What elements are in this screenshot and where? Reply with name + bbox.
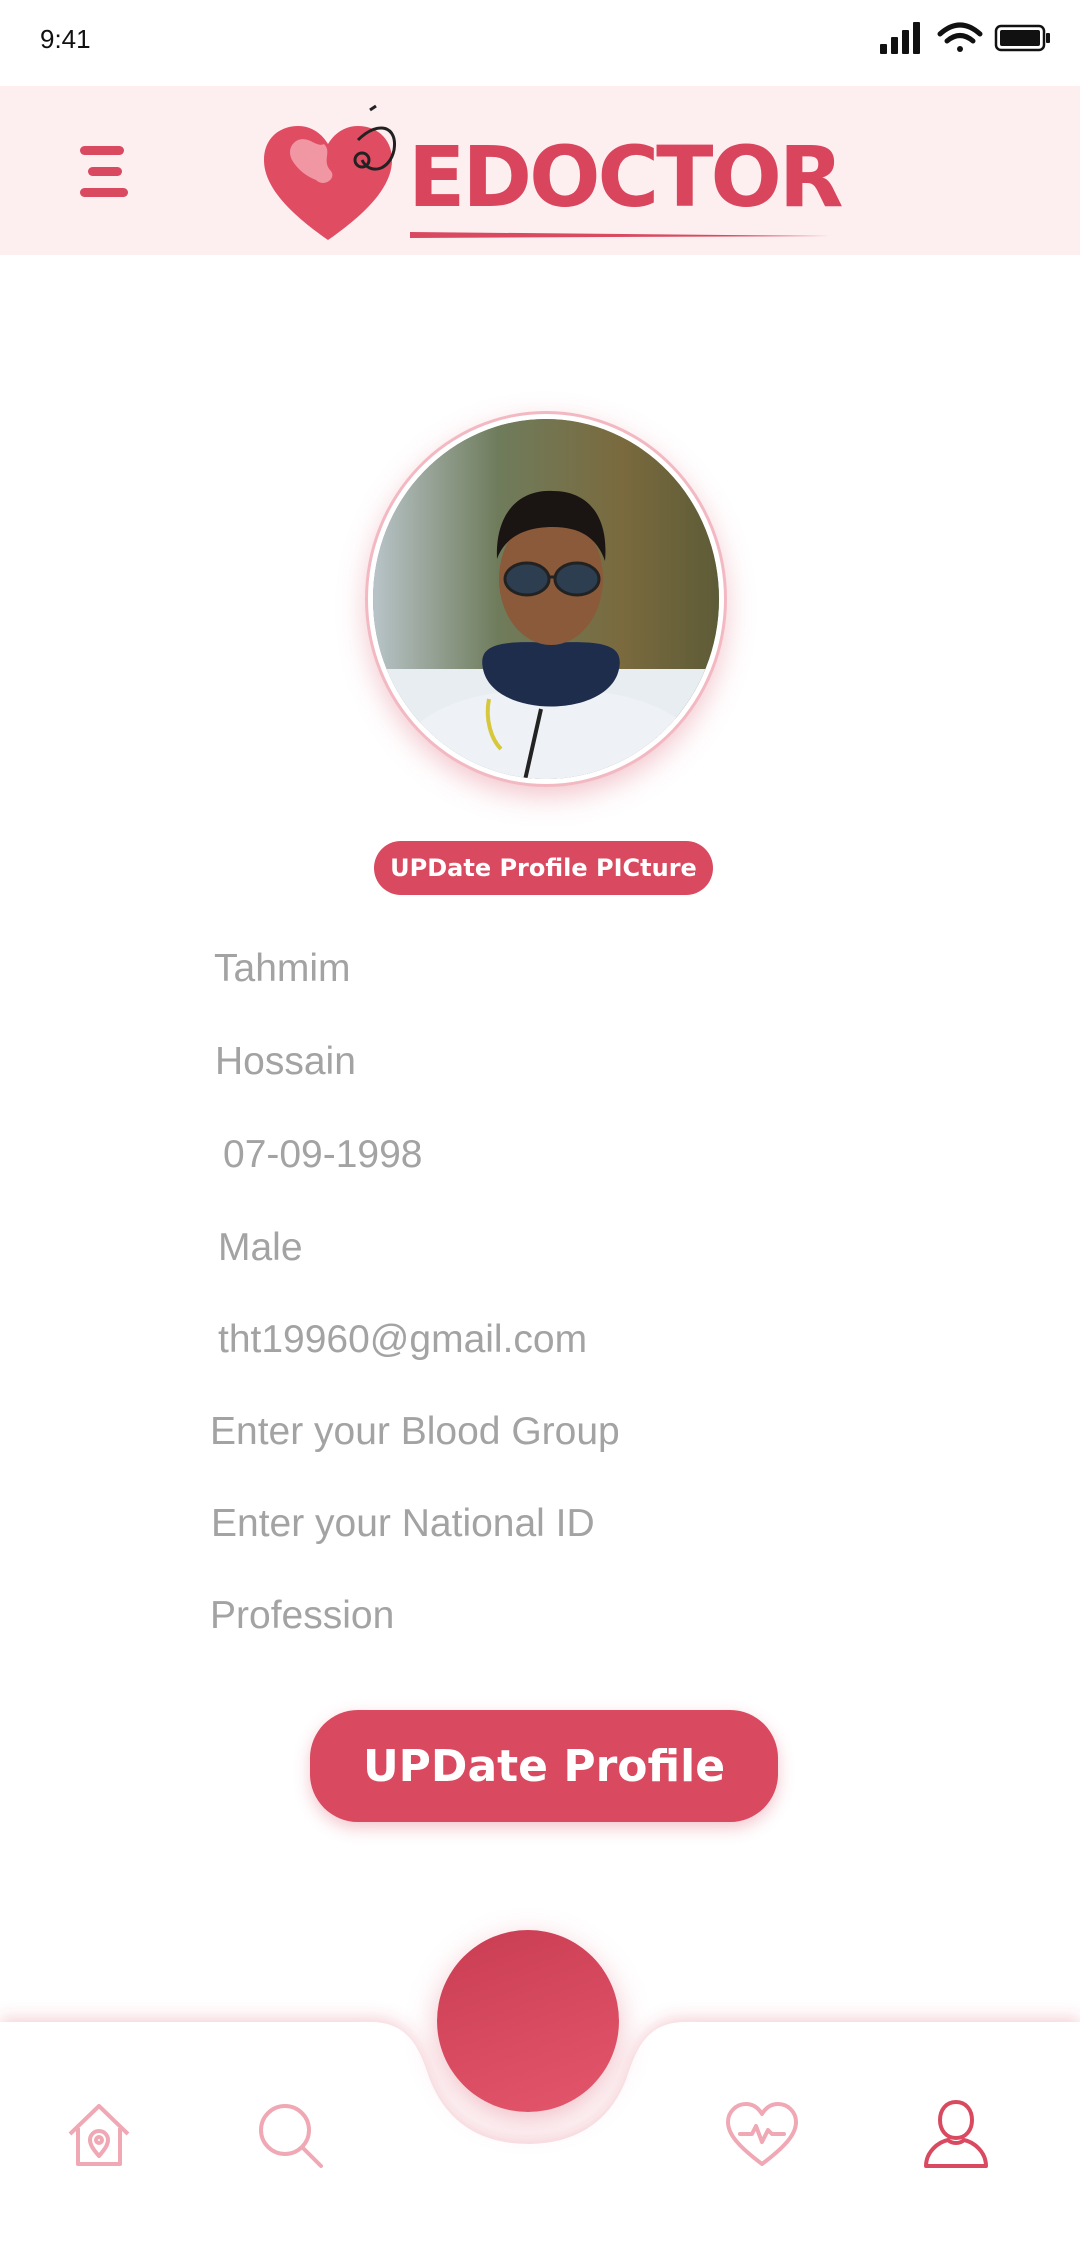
signal-icon — [880, 22, 920, 54]
heart-stethoscope-logo-icon — [264, 104, 396, 240]
update-profile-button[interactable]: UPDate Profile — [310, 1710, 778, 1822]
status-time: 9:41 — [40, 24, 91, 54]
menu-icon[interactable] — [74, 146, 130, 198]
wifi-icon — [937, 22, 983, 52]
last-name-field[interactable] — [215, 1036, 815, 1088]
first-name-field[interactable] — [214, 943, 814, 995]
battery-icon — [994, 24, 1050, 52]
status-bar: 9:41 — [0, 0, 1080, 86]
dob-field[interactable] — [223, 1129, 823, 1181]
heart-pulse-icon[interactable] — [724, 2100, 800, 2170]
profile-photo — [373, 419, 719, 779]
app-header: EDOCTOR — [0, 86, 1080, 255]
user-icon[interactable] — [922, 2096, 990, 2170]
email-field[interactable] — [218, 1314, 818, 1366]
national-id-field[interactable] — [211, 1498, 811, 1550]
logo-underline — [410, 232, 830, 238]
home-icon[interactable] — [64, 2100, 134, 2170]
search-icon[interactable] — [255, 2100, 325, 2170]
profession-field[interactable] — [210, 1590, 810, 1642]
profile-avatar-container — [368, 414, 724, 784]
app-logo: EDOCTOR — [258, 100, 844, 250]
gender-field[interactable] — [218, 1222, 818, 1274]
blood-group-field[interactable] — [210, 1406, 810, 1458]
logo-text: EDOCTOR — [408, 128, 844, 226]
update-profile-picture-button[interactable]: UPDate Profile PICture — [374, 841, 713, 895]
center-action-button[interactable] — [437, 1930, 619, 2112]
status-icons — [880, 22, 1050, 54]
avatar[interactable] — [368, 414, 724, 784]
